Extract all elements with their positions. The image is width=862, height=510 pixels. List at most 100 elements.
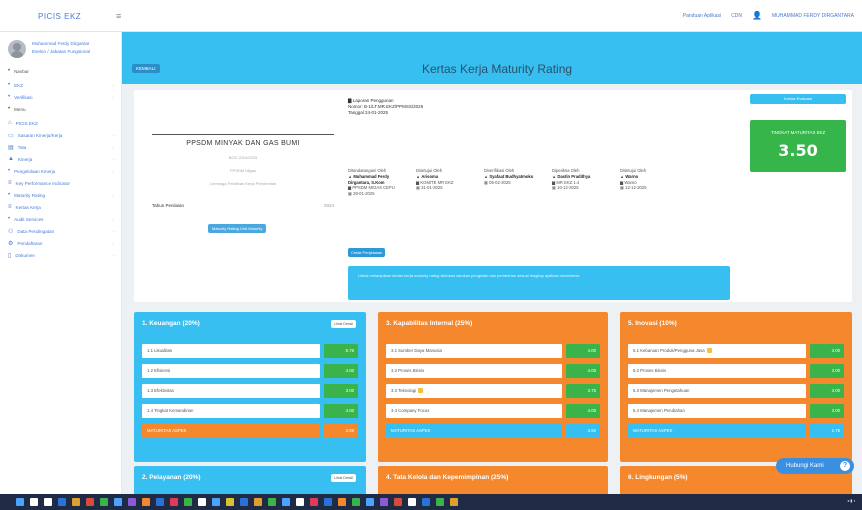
indicator-row[interactable]: 1.2 Efisiensi 4.00: [142, 364, 358, 378]
indicator-row[interactable]: 5.2 Proses Bisnis 3.00: [628, 364, 844, 378]
chevron-right-icon: ›: [112, 133, 114, 138]
taskbar-app-icon[interactable]: [450, 498, 458, 506]
indicator-row[interactable]: 1.1 Likuiditas 5.75: [142, 344, 358, 358]
taskbar-app-icon[interactable]: [30, 498, 38, 506]
indicator-row[interactable]: 3.2 Proses Bisnis 4.00: [386, 364, 600, 378]
panel-title: 2. Pelayanan (20%): [142, 474, 201, 481]
sidebar-item-label: Dokumen: [15, 253, 35, 258]
taskbar-app-icon[interactable]: [72, 498, 80, 506]
taskbar-app-icon[interactable]: [366, 498, 374, 506]
taskbar-app-icon[interactable]: [198, 498, 206, 506]
taskbar-app-icon[interactable]: [156, 498, 164, 506]
taskbar-app-icon[interactable]: [16, 498, 24, 506]
taskbar-app-icon[interactable]: [282, 498, 290, 506]
menu-toggle-icon[interactable]: ≡: [116, 11, 121, 21]
sidebar-item-6[interactable]: ▤ Tata ›: [8, 144, 114, 151]
taskbar-app-icon[interactable]: [380, 498, 388, 506]
taskbar-app-icon[interactable]: [100, 498, 108, 506]
panel-title: 4. Tata Kelola dan Kepemimpinan (25%): [386, 474, 509, 481]
taskbar-app-icon[interactable]: [114, 498, 122, 506]
cdn-link[interactable]: CDN: [731, 13, 742, 19]
chevron-right-icon: ›: [112, 145, 114, 150]
taskbar-app-icon[interactable]: [254, 498, 262, 506]
indicator-row[interactable]: 5.1 Kebaruan Produk/Pengguna Jasa 3.00: [628, 344, 844, 358]
taskbar-app-icon[interactable]: [324, 498, 332, 506]
guide-link[interactable]: Panduan Aplikasi: [683, 13, 721, 19]
indicator-value: 3.00: [810, 364, 844, 378]
taskbar-app-icon[interactable]: [128, 498, 136, 506]
aspect-panel-0: 1. Keuangan (20%) Lihat Detail 1.1 Likuidi…: [134, 312, 366, 462]
brand-logo[interactable]: PICIS EKZ: [38, 12, 81, 21]
taskbar-app-icon[interactable]: [408, 498, 416, 506]
sidebar-item-11[interactable]: ≡ Kertas Kerja: [8, 204, 114, 210]
taskbar-app-icon[interactable]: [142, 498, 150, 506]
sidebar-item-14[interactable]: ⚙ Pendaftaran ›: [8, 240, 114, 247]
indicator-row[interactable]: 1.4 Tingkat Kemandirian 4.00: [142, 404, 358, 418]
dot-icon: •: [8, 216, 11, 222]
dot-icon: •: [8, 192, 11, 198]
taskbar-app-icon[interactable]: [352, 498, 360, 506]
print-button[interactable]: Cetak Penjelasan: [348, 248, 386, 257]
indicator-label: 3.2 Proses Bisnis: [386, 364, 562, 378]
taskbar-app-icon[interactable]: [212, 498, 220, 506]
taskbar-app-icon[interactable]: [184, 498, 192, 506]
panel-detail-button[interactable]: Lihat Detail: [331, 320, 356, 328]
sidebar-item-12[interactable]: • Audit Services ›: [8, 216, 114, 222]
evaluation-button[interactable]: Kertas Evaluasi: [750, 94, 846, 104]
year-value: 2024: [323, 203, 334, 208]
sidebar-item-label: Key Performance Indicator: [15, 180, 70, 186]
indicator-label: 5.2 Proses Bisnis: [628, 364, 806, 378]
notice-box: Untuk melanjutkan kertas kerja maturity …: [348, 266, 730, 300]
sidebar-item-9[interactable]: ≡ Key Performance Indicator: [8, 180, 114, 186]
indicator-row[interactable]: 1.3 Efektivitas 3.00: [142, 384, 358, 398]
dot-icon: •: [8, 106, 11, 112]
taskbar-app-icon[interactable]: [436, 498, 444, 506]
taskbar-app-icon[interactable]: [338, 498, 346, 506]
taskbar-app-icon[interactable]: [296, 498, 304, 506]
maturity-unit-button[interactable]: Maturity Rating Unit Maturity: [208, 224, 267, 233]
indicator-label: 1.2 Efisiensi: [142, 364, 320, 378]
sidebar-item-2[interactable]: • Verifikasi ›: [8, 94, 114, 100]
sidebar-item-10[interactable]: • Maturity Rating ›: [8, 192, 114, 198]
sidebar-item-label: Menu: [14, 106, 26, 112]
indicator-row[interactable]: 3.4 Company Focus 4.00: [386, 404, 600, 418]
indicator-row[interactable]: 5.3 Manajemen Pengetahuan 3.00: [628, 384, 844, 398]
sidebar-item-7[interactable]: ▲ Kinerja ›: [8, 156, 114, 162]
dot-icon: •: [8, 168, 11, 174]
sidebar-user-name: Muhammad Ferdy Dirgantar: [32, 41, 90, 46]
aspect-summary-row: MATURITAS ASPEK 2.75: [628, 424, 844, 438]
indicator-row[interactable]: 5.4 Manajemen Perubahan 3.00: [628, 404, 844, 418]
taskbar-app-icon[interactable]: [58, 498, 66, 506]
contact-us-button[interactable]: Hubungi Kami ?: [776, 458, 854, 474]
org-block: PPSDM MINYAK DAN GAS BUMI BOS 2024/2025 …: [152, 134, 334, 186]
indicator-value: 4.00: [324, 364, 358, 378]
indicator-row[interactable]: 3.3 Teknologi 3.75: [386, 384, 600, 398]
dot-icon: •: [8, 94, 11, 100]
indicator-row[interactable]: 3.1 Sumber Daya Manusia 4.00: [386, 344, 600, 358]
back-button[interactable]: KEMBALI: [132, 64, 160, 73]
os-taskbar: ◂ ▮ ◐: [0, 494, 862, 510]
indicator-value: 5.75: [324, 344, 358, 358]
top-user-name[interactable]: MUHAMMAD FERDY DIRGANTARA: [772, 13, 854, 19]
taskbar-app-icon[interactable]: [310, 498, 318, 506]
indicator-label: 1.1 Likuiditas: [142, 344, 320, 358]
panel-detail-button[interactable]: Lihat Detail: [331, 474, 356, 482]
taskbar-app-icon[interactable]: [170, 498, 178, 506]
taskbar-app-icon[interactable]: [86, 498, 94, 506]
report-date: Tanggal 24-01-2025: [348, 110, 389, 115]
sidebar-item-8[interactable]: • Pengelolaan Kinerja ›: [8, 168, 114, 174]
taskbar-app-icon[interactable]: [44, 498, 52, 506]
sidebar-item-label: Sasaran Kinerja/Kerja: [17, 133, 63, 138]
taskbar-app-icon[interactable]: [226, 498, 234, 506]
sidebar-item-13[interactable]: ⚇ Data Pendingatan ›: [8, 228, 114, 235]
taskbar-app-icon[interactable]: [394, 498, 402, 506]
sidebar-item-15[interactable]: ▯ Dokumen ›: [8, 252, 114, 259]
sidebar-item-4[interactable]: ⌂ PICIS EKZ: [8, 120, 114, 126]
taskbar-app-icon[interactable]: [422, 498, 430, 506]
sidebar-item-5[interactable]: ▭ Sasaran Kinerja/Kerja ›: [8, 132, 114, 139]
sidebar-item-1[interactable]: • EKZ ›: [8, 82, 114, 88]
taskbar-app-icon[interactable]: [240, 498, 248, 506]
sidebar-user[interactable]: Muhammad Ferdy Dirgantar Eselon / Jabata…: [8, 40, 122, 58]
list-icon: ≡: [8, 180, 12, 186]
taskbar-app-icon[interactable]: [268, 498, 276, 506]
